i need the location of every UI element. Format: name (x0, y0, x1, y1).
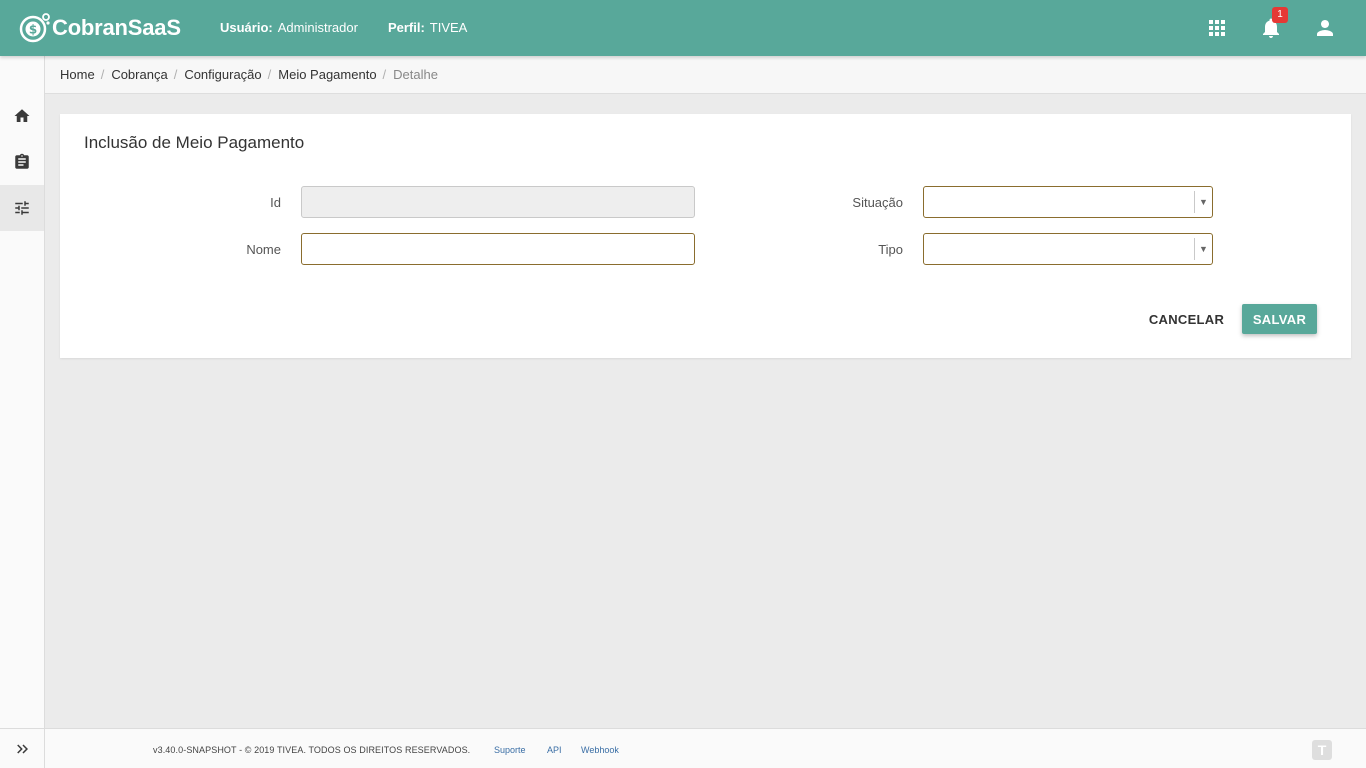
id-field (301, 186, 695, 218)
sidebar-item-cobranca[interactable] (0, 139, 44, 185)
profile-label: Perfil: (387, 20, 425, 35)
breadcrumb-separator: / (382, 67, 387, 82)
breadcrumb: Home / Cobrança / Configuração / Meio Pa… (45, 56, 1366, 94)
tivea-logo-icon: T (1312, 740, 1332, 760)
sidebar-expand-button[interactable] (0, 728, 44, 768)
brand[interactable]: $ CobranSaaS (19, 11, 181, 45)
footer-link-webhook[interactable]: Webhook (581, 745, 619, 755)
page-title: Inclusão de Meio Pagamento (84, 133, 305, 152)
nome-field[interactable] (301, 233, 695, 265)
tipo-label: Tipo (878, 242, 903, 257)
profile-value: TIVEA (429, 20, 468, 35)
footer-copyright: v3.40.0-SNAPSHOT - © 2019 TIVEA. TODOS O… (153, 745, 471, 755)
form-card: Inclusão de Meio Pagamento Id Nome Situa… (60, 114, 1351, 358)
footer-link-suporte[interactable]: Suporte (494, 745, 526, 755)
nome-label: Nome (246, 242, 281, 257)
sidebar-item-configuracao[interactable] (0, 185, 44, 231)
footer-link-api[interactable]: API (547, 745, 562, 755)
user-icon (1317, 20, 1333, 36)
chevron-down-icon: ▼ (1194, 238, 1212, 260)
top-app-bar: $ CobranSaaS Usuário: Administrador Perf… (0, 0, 1366, 56)
home-icon (14, 109, 30, 122)
user-menu-button[interactable] (1313, 16, 1337, 40)
sidebar-item-home[interactable] (0, 93, 44, 139)
breadcrumb-current: Detalhe (393, 67, 438, 82)
sidebar (0, 56, 45, 768)
chevron-down-icon: ▼ (1194, 191, 1212, 213)
cancel-button[interactable]: CANCELAR (1144, 304, 1229, 334)
breadcrumb-separator: / (100, 67, 105, 82)
id-label: Id (270, 195, 281, 210)
footer: v3.40.0-SNAPSHOT - © 2019 TIVEA. TODOS O… (45, 728, 1366, 768)
svg-text:$: $ (29, 23, 37, 37)
user-info: Usuário: Administrador Perfil: TIVEA (220, 20, 467, 35)
breadcrumb-separator: / (173, 67, 178, 82)
settings-sliders-icon (15, 201, 29, 215)
tipo-select[interactable]: ▼ (923, 233, 1213, 265)
notification-badge: 1 (1272, 7, 1288, 23)
user-value: Administrador (277, 20, 358, 35)
breadcrumb-separator: / (267, 67, 272, 82)
brand-name: CobranSaaS (52, 15, 181, 40)
situacao-select[interactable]: ▼ (923, 186, 1213, 218)
notifications-button[interactable]: 1 (1259, 7, 1288, 40)
breadcrumb-configuracao[interactable]: Configuração (184, 67, 261, 82)
coin-logo-icon: $ (19, 13, 50, 43)
breadcrumb-cobranca[interactable]: Cobrança (111, 67, 167, 82)
situacao-label: Situação (852, 195, 903, 210)
user-label: Usuário: (220, 20, 273, 35)
clipboard-icon (15, 153, 29, 169)
breadcrumb-home[interactable]: Home (60, 67, 95, 82)
save-button[interactable]: SALVAR (1242, 304, 1317, 334)
apps-grid-button[interactable] (1205, 16, 1229, 40)
breadcrumb-meio-pagamento[interactable]: Meio Pagamento (278, 67, 376, 82)
apps-grid-icon (1209, 20, 1225, 36)
double-chevron-right-icon (17, 744, 28, 753)
